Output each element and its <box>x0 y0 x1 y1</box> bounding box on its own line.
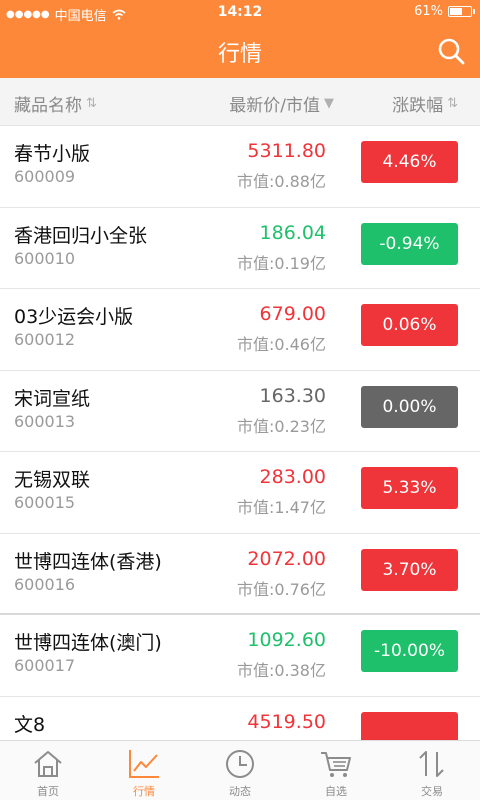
market-list: 春节小版 600009 5311.80 市值:0.88亿 4.46% 香港回归小… <box>0 126 480 740</box>
list-item[interactable]: 春节小版 600009 5311.80 市值:0.88亿 4.46% <box>0 126 480 208</box>
column-price-label: 最新价/市值 <box>229 96 320 116</box>
item-price: 4519.50 <box>247 710 326 733</box>
item-code: 600012 <box>14 330 76 349</box>
item-name: 03少运会小版 <box>14 306 134 328</box>
list-item[interactable]: 世博四连体(澳门) 600017 1092.60 市值:0.38亿 -10.00… <box>0 615 480 697</box>
change-badge[interactable]: 0.06% <box>361 304 458 346</box>
change-badge[interactable]: 5.33% <box>361 467 458 509</box>
item-price: 679.00 <box>259 303 326 325</box>
tab-label: 交易 <box>421 785 443 798</box>
clock-icon <box>226 750 254 778</box>
item-name: 无锡双联 <box>14 469 91 491</box>
tab-watchlist[interactable]: 自选 <box>288 741 384 800</box>
tab-news[interactable]: 动态 <box>192 741 288 800</box>
item-price: 163.30 <box>259 384 326 407</box>
battery-fill <box>450 8 462 15</box>
item-market-cap: 市值:0.76亿 <box>236 579 326 599</box>
battery-icon <box>448 6 475 17</box>
item-price: 2072.00 <box>247 547 326 570</box>
transfer-arrows-icon <box>419 751 444 777</box>
list-item[interactable]: 03少运会小版 600012 679.00 市值:0.46亿 0.06% <box>0 289 480 371</box>
tab-label: 行情 <box>133 785 155 798</box>
sort-updown-icon: ⇅ <box>447 96 458 111</box>
item-name: 宋词宣纸 <box>14 387 91 410</box>
change-badge[interactable]: -10.00% <box>361 630 458 672</box>
item-price: 283.00 <box>259 466 326 488</box>
item-name: 文8 <box>14 713 46 736</box>
tab-home[interactable]: 首页 <box>0 741 96 800</box>
status-bar: ●●●●● 中国电信 14:12 61% <box>0 0 480 26</box>
item-code: 600015 <box>14 493 76 512</box>
change-badge[interactable] <box>361 711 458 740</box>
item-price: 1092.60 <box>247 629 326 651</box>
item-name: 世博四连体(香港) <box>14 550 162 573</box>
list-item[interactable]: 香港回归小全张 600010 186.04 市值:0.19亿 -0.94% <box>0 208 480 289</box>
cart-icon <box>321 752 351 777</box>
item-market-cap: 市值:0.46亿 <box>236 335 326 354</box>
battery-percent: 61% <box>414 4 443 19</box>
sort-by-name[interactable]: 藏品名称 ⇅ <box>14 91 97 116</box>
list-item[interactable]: 文8 4519.50 <box>0 697 480 740</box>
tab-label: 首页 <box>37 785 59 798</box>
tab-label: 动态 <box>229 785 251 798</box>
column-header: 藏品名称 ⇅ 最新价/市值 ▼ 涨跌幅 ⇅ <box>0 78 480 126</box>
item-price: 186.04 <box>259 221 326 244</box>
item-code: 600016 <box>14 574 76 594</box>
item-code: 600009 <box>14 167 76 186</box>
column-change-label: 涨跌幅 <box>392 96 444 116</box>
change-badge[interactable]: -0.94% <box>361 222 458 265</box>
list-item[interactable]: 宋词宣纸 600013 163.30 市值:0.23亿 0.00% <box>0 371 480 452</box>
status-time: 14:12 <box>217 4 263 20</box>
list-item[interactable]: 世博四连体(香港) 600016 2072.00 市值:0.76亿 3.70% <box>0 534 480 615</box>
change-badge[interactable]: 3.70% <box>361 548 458 591</box>
column-name-label: 藏品名称 <box>14 96 82 116</box>
chart-line-icon <box>129 750 159 778</box>
item-market-cap: 市值:0.19亿 <box>236 253 326 273</box>
item-code: 600013 <box>14 411 76 431</box>
sort-updown-icon: ⇅ <box>86 96 97 111</box>
battery-area: 61% <box>414 4 475 19</box>
sort-down-icon: ▼ <box>324 96 334 111</box>
item-market-cap: 市值:0.23亿 <box>236 416 326 436</box>
item-code: 600017 <box>14 656 76 675</box>
page-title: 行情 <box>217 42 262 67</box>
change-badge[interactable]: 0.00% <box>361 385 458 428</box>
item-name: 世博四连体(澳门) <box>14 632 162 654</box>
item-name: 春节小版 <box>14 143 91 165</box>
tab-trade[interactable]: 交易 <box>384 741 480 800</box>
sort-by-change[interactable]: 涨跌幅 ⇅ <box>392 91 458 116</box>
item-price: 5311.80 <box>247 140 326 162</box>
item-market-cap: 市值:1.47亿 <box>236 498 326 517</box>
search-icon[interactable] <box>436 36 466 66</box>
change-badge[interactable]: 4.46% <box>361 141 458 183</box>
home-icon <box>34 751 62 777</box>
sort-by-price[interactable]: 最新价/市值 ▼ <box>229 91 334 116</box>
list-item[interactable]: 无锡双联 600015 283.00 市值:1.47亿 5.33% <box>0 452 480 534</box>
item-code: 600010 <box>14 248 76 268</box>
item-name: 香港回归小全张 <box>14 224 148 247</box>
tab-market[interactable]: 行情 <box>96 741 192 800</box>
tab-label: 自选 <box>325 785 347 798</box>
item-market-cap: 市值:0.88亿 <box>236 172 326 191</box>
app-header: ●●●●● 中国电信 14:12 61% 行情 <box>0 0 480 78</box>
bottom-tab-bar: 首页 行情 动态 自选 交易 <box>0 740 480 800</box>
item-market-cap: 市值:0.38亿 <box>236 661 326 680</box>
